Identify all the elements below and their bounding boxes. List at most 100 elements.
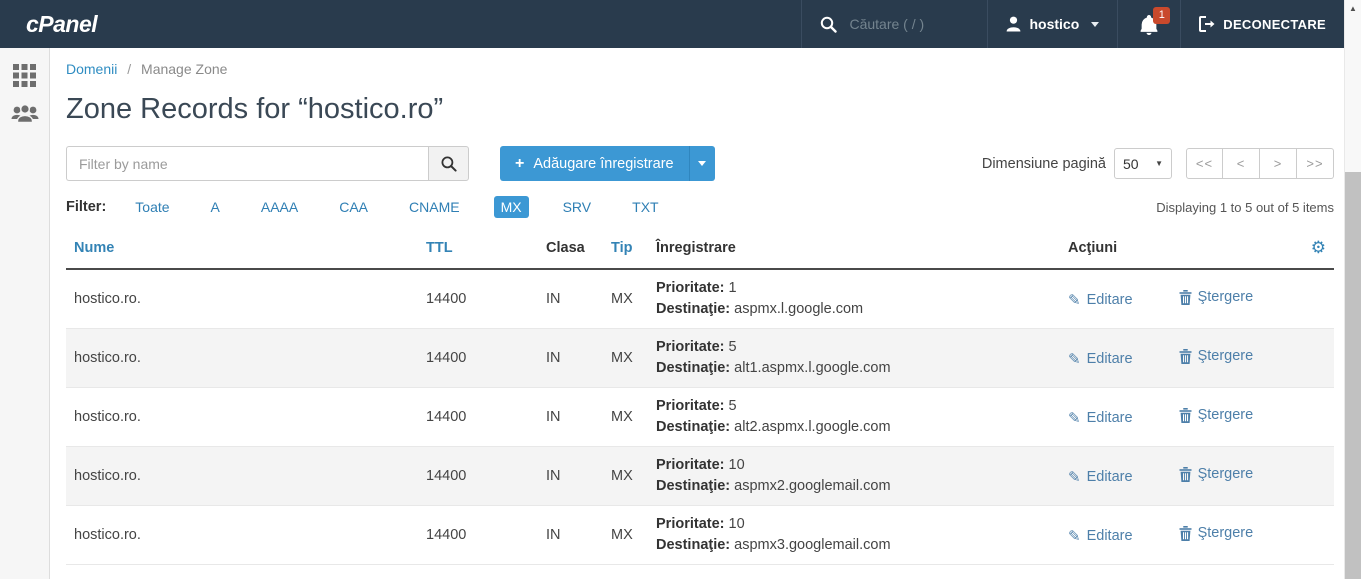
page-title: Zone Records for “hostico.ro”	[66, 93, 1334, 126]
filter-mx-active[interactable]: MX	[494, 196, 529, 218]
row-spacer	[1290, 447, 1334, 506]
record-type: MX	[603, 269, 648, 329]
record-content: Prioritate: 10 Destinaţie: aspmx2.google…	[648, 447, 1060, 506]
edit-record-link[interactable]: ✎ Editare	[1068, 468, 1133, 486]
delete-label: Ştergere	[1198, 289, 1254, 305]
users-group-icon[interactable]	[11, 103, 39, 125]
priority-value: 5	[729, 398, 737, 414]
delete-record-link[interactable]: Ştergere	[1179, 348, 1254, 364]
priority-value: 5	[729, 339, 737, 355]
nav-search-input[interactable]	[849, 16, 969, 32]
breadcrumb-link-domenii[interactable]: Domenii	[66, 61, 117, 77]
priority-label: Prioritate:	[656, 398, 725, 414]
logout-button[interactable]: DECONECTARE	[1180, 0, 1344, 48]
notification-count-badge: 1	[1153, 7, 1170, 24]
breadcrumb-current: Manage Zone	[141, 61, 227, 77]
destination-label: Destinaţie:	[656, 360, 730, 376]
destination-value: alt1.aspmx.l.google.com	[734, 360, 890, 376]
filter-by-name-input[interactable]	[66, 146, 428, 181]
record-type: MX	[603, 329, 648, 388]
record-actions: ✎Editare Ştergere	[1060, 388, 1290, 447]
edit-record-link[interactable]: ✎Editare	[1068, 350, 1133, 368]
record-name: hostico.ro.	[66, 269, 418, 329]
pager-next-button[interactable]: >	[1260, 148, 1297, 179]
edit-label: Editare	[1087, 469, 1133, 485]
column-header-tip[interactable]: Tip	[603, 228, 648, 269]
record-ttl: 14400	[418, 447, 538, 506]
filter-cname[interactable]: CNAME	[402, 196, 467, 218]
record-actions: ✎Editare Ştergere	[1060, 506, 1290, 565]
priority-label: Prioritate:	[656, 339, 725, 355]
column-header-inregistrare: Înregistrare	[648, 228, 1060, 269]
pager: << < > >>	[1186, 148, 1334, 179]
select-caret-icon: ▼	[1155, 159, 1163, 168]
record-actions: ✎Editare Ştergere	[1060, 329, 1290, 388]
gear-icon[interactable]: ⚙	[1311, 238, 1326, 258]
destination-value: aspmx2.googlemail.com	[734, 478, 890, 494]
pencil-icon: ✎	[1068, 468, 1081, 486]
record-class: IN	[538, 269, 603, 329]
page-size-select[interactable]: 50 ▼	[1114, 148, 1172, 179]
record-name: hostico.ro.	[66, 329, 418, 388]
filter-srv[interactable]: SRV	[556, 196, 599, 218]
priority-value: 1	[729, 280, 737, 296]
delete-record-link[interactable]: Ştergere	[1179, 525, 1254, 541]
search-icon	[820, 16, 837, 33]
filter-a[interactable]: A	[204, 196, 227, 218]
apps-grid-icon[interactable]	[13, 64, 36, 87]
edit-record-link[interactable]: ✎Editare	[1068, 527, 1133, 545]
user-icon	[1006, 16, 1021, 32]
delete-record-link[interactable]: Ştergere	[1179, 289, 1254, 305]
delete-record-link[interactable]: Ştergere	[1179, 466, 1254, 482]
pencil-icon: ✎	[1068, 409, 1081, 427]
filter-toate[interactable]: Toate	[128, 196, 176, 218]
edit-record-link[interactable]: ✎Editare	[1068, 291, 1133, 309]
scrollbar-thumb[interactable]	[1345, 172, 1361, 579]
pager-prev-button[interactable]: <	[1223, 148, 1260, 179]
record-class: IN	[538, 506, 603, 565]
scrollbar-up-arrow-icon[interactable]: ▲	[1345, 0, 1361, 17]
delete-label: Ştergere	[1198, 466, 1254, 482]
destination-label: Destinaţie:	[656, 419, 730, 435]
destination-value: alt2.aspmx.l.google.com	[734, 419, 890, 435]
add-record-dropdown-toggle[interactable]	[689, 146, 715, 181]
toolbar: + Adăugare înregistrare Dimensiune pagin…	[66, 146, 1334, 181]
top-navigation-bar: cPanel hostico 1	[0, 0, 1344, 48]
record-type-filters: Filter: Toate A AAAA CAA CNAME MX SRV TX…	[66, 196, 1334, 218]
record-content: Prioritate: 1 Destinaţie: aspmx.l.google…	[648, 269, 1060, 329]
notifications-button[interactable]: 1	[1117, 0, 1180, 48]
table-row: hostico.ro. 14400 IN MX Prioritate: 10 D…	[66, 447, 1334, 506]
row-spacer	[1290, 506, 1334, 565]
column-header-nume[interactable]: Nume	[66, 228, 418, 269]
edit-record-link[interactable]: ✎Editare	[1068, 409, 1133, 427]
filter-caa[interactable]: CAA	[332, 196, 375, 218]
add-record-button[interactable]: + Adăugare înregistrare	[500, 146, 689, 181]
priority-value: 10	[729, 516, 745, 532]
trash-icon	[1179, 467, 1192, 482]
record-ttl: 14400	[418, 329, 538, 388]
cpanel-app: cPanel hostico 1	[0, 0, 1361, 579]
table-settings-header: ⚙	[1290, 228, 1334, 269]
record-name: hostico.ro.	[66, 506, 418, 565]
trash-icon	[1179, 526, 1192, 541]
filter-aaaa[interactable]: AAAA	[254, 196, 305, 218]
record-actions: ✎ Editare Ştergere	[1060, 447, 1290, 506]
vertical-scrollbar[interactable]: ▲	[1344, 0, 1361, 579]
filter-search-button[interactable]	[428, 146, 469, 181]
record-ttl: 14400	[418, 269, 538, 329]
delete-record-link[interactable]: Ştergere	[1179, 407, 1254, 423]
row-spacer	[1290, 329, 1334, 388]
pager-first-button[interactable]: <<	[1186, 148, 1223, 179]
priority-label: Prioritate:	[656, 280, 725, 296]
table-row: hostico.ro. 14400 IN MX Prioritate: 1 De…	[66, 269, 1334, 329]
record-ttl: 14400	[418, 388, 538, 447]
column-header-ttl[interactable]: TTL	[418, 228, 538, 269]
pager-last-button[interactable]: >>	[1297, 148, 1334, 179]
user-menu[interactable]: hostico	[987, 0, 1117, 48]
filter-txt[interactable]: TXT	[625, 196, 665, 218]
table-header-row: Nume TTL Clasa Tip Înregistrare Acţiuni …	[66, 228, 1334, 269]
column-header-actiuni: Acţiuni	[1060, 228, 1290, 269]
row-spacer	[1290, 269, 1334, 329]
plus-icon: +	[515, 155, 524, 173]
record-type: MX	[603, 506, 648, 565]
